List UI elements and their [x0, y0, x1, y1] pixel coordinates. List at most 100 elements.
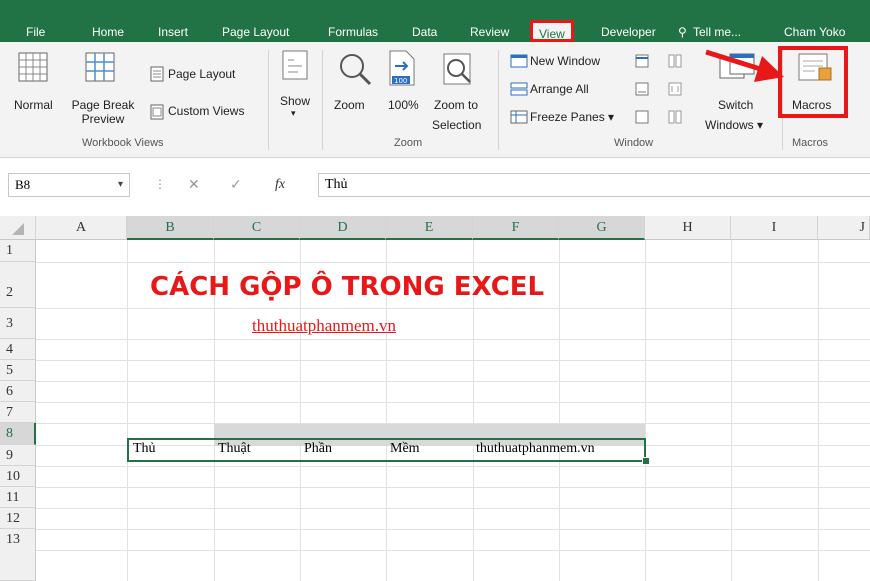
page-break-preview-icon[interactable] [85, 52, 115, 82]
custom-views-button[interactable]: Custom Views [168, 104, 244, 118]
select-all-button[interactable] [0, 216, 36, 240]
tab-formulas[interactable]: Formulas [328, 22, 378, 42]
row-header-11[interactable]: 11 [0, 487, 36, 508]
switch-windows-label[interactable]: Windows ▾ [705, 118, 763, 132]
split-icon[interactable] [635, 54, 649, 68]
gridline [36, 402, 870, 403]
red-arrow-icon [705, 49, 784, 82]
zoom-100-icon[interactable]: 100 [389, 50, 415, 86]
group-window: Window [614, 137, 654, 149]
gridline [36, 381, 870, 382]
row-header-13[interactable]: 13 [0, 529, 36, 581]
row-header-9[interactable]: 9 [0, 445, 36, 466]
tab-developer[interactable]: Developer [601, 22, 656, 42]
row-header-7[interactable]: 7 [0, 402, 36, 423]
enter-icon[interactable]: ✓ [230, 177, 242, 193]
ribbon-separator [268, 50, 269, 150]
new-window-button[interactable]: New Window [530, 54, 600, 68]
insert-function-icon[interactable]: fx [275, 177, 285, 193]
row-header-4[interactable]: 4 [0, 339, 36, 360]
gridline [36, 466, 870, 467]
zoom-to-selection-icon[interactable] [440, 52, 474, 86]
gridline [36, 487, 870, 488]
column-header-e[interactable]: E [386, 216, 473, 240]
tab-view[interactable]: View [530, 20, 574, 42]
gridline [36, 550, 870, 551]
row-header-10[interactable]: 10 [0, 466, 36, 487]
gridline [36, 339, 870, 340]
row-header-12[interactable]: 12 [0, 508, 36, 529]
column-header-d[interactable]: D [300, 216, 386, 240]
lightbulb-icon: ⚲ [678, 25, 687, 39]
freeze-panes-button[interactable]: Freeze Panes ▾ [530, 110, 614, 124]
zoom-100-button[interactable]: 100% [388, 98, 419, 112]
arrange-all-icon [510, 82, 528, 96]
gridline [36, 308, 870, 309]
normal-label[interactable]: Normal [14, 98, 53, 112]
new-window-icon [510, 54, 528, 68]
column-header-j[interactable]: J [818, 216, 870, 240]
ribbon-tab-bar: File Home Insert Page Layout Formulas Da… [0, 0, 870, 42]
tab-home[interactable]: Home [92, 22, 124, 42]
show-button[interactable]: Show [280, 94, 310, 108]
row-header-8[interactable]: 8 [0, 423, 36, 445]
tab-insert[interactable]: Insert [158, 22, 188, 42]
select-all-icon [11, 223, 24, 235]
row-header-2[interactable]: 2 [0, 262, 36, 308]
cancel-icon[interactable]: ✕ [188, 177, 200, 193]
tab-page-layout[interactable]: Page Layout [222, 22, 289, 42]
gridline [36, 508, 870, 509]
show-dropdown-icon[interactable]: ▾ [291, 108, 296, 119]
sheet-title[interactable]: CÁCH GỘP Ô TRONG EXCEL [150, 272, 544, 302]
column-header-a[interactable]: A [36, 216, 127, 240]
unhide-icon[interactable] [635, 110, 649, 124]
hide-icon[interactable] [635, 82, 649, 96]
page-layout-button[interactable]: Page Layout [168, 67, 235, 81]
normal-view-icon[interactable] [18, 52, 48, 82]
gridline [36, 529, 870, 530]
show-icon[interactable] [282, 50, 308, 80]
page-layout-icon [150, 66, 164, 82]
synchronous-scrolling-icon[interactable] [668, 82, 682, 96]
reset-window-position-icon[interactable] [668, 110, 682, 124]
tell-me-search[interactable]: Tell me... [693, 22, 741, 42]
column-header-f[interactable]: F [473, 216, 559, 240]
row-header-3[interactable]: 3 [0, 308, 36, 339]
row-header-6[interactable]: 6 [0, 381, 36, 402]
column-header-g[interactable]: G [559, 216, 645, 240]
column-header-c[interactable]: C [214, 216, 300, 240]
freeze-panes-icon [510, 110, 528, 124]
formula-bar: B8 ▾ ⋮ ✕ ✓ fx Thủ [0, 165, 870, 201]
gridline [36, 262, 870, 263]
zoom-button[interactable]: Zoom [334, 98, 365, 112]
column-header-h[interactable]: H [645, 216, 731, 240]
page-break-label[interactable]: Page Break Preview [70, 98, 136, 126]
name-box-dropdown-icon[interactable]: ▾ [118, 179, 123, 190]
zoom-100-badge: 100 [394, 77, 407, 85]
zoom-to-label[interactable]: Zoom to [434, 98, 478, 112]
column-header-b[interactable]: B [127, 216, 214, 240]
worksheet-grid[interactable]: A B C D E F G H I J 1 2 3 4 5 6 7 8 9 10… [0, 216, 870, 581]
zoom-selection-label[interactable]: Selection [432, 118, 481, 132]
selection-outline [127, 438, 646, 462]
sheet-link[interactable]: thuthuatphanmem.vn [252, 316, 396, 336]
custom-views-icon [150, 104, 164, 120]
tab-data[interactable]: Data [412, 22, 437, 42]
arrange-all-button[interactable]: Arrange All [530, 82, 589, 96]
tab-file[interactable]: File [26, 22, 45, 42]
tab-review[interactable]: Review [470, 22, 509, 42]
row-header-1[interactable]: 1 [0, 240, 36, 262]
switch-label[interactable]: Switch [718, 98, 753, 112]
column-header-i[interactable]: I [731, 216, 818, 240]
user-name[interactable]: Cham Yoko [784, 22, 845, 42]
ribbon-separator [322, 50, 323, 150]
zoom-magnifier-icon[interactable] [338, 52, 372, 86]
view-side-by-side-icon[interactable] [668, 54, 682, 68]
row-header-5[interactable]: 5 [0, 360, 36, 381]
formula-input[interactable]: Thủ [318, 173, 870, 197]
fill-handle[interactable] [642, 457, 650, 465]
gridline [36, 360, 870, 361]
group-macros: Macros [792, 137, 829, 149]
name-box[interactable]: B8 [8, 173, 130, 197]
more-icon: ⋮ [154, 177, 166, 191]
